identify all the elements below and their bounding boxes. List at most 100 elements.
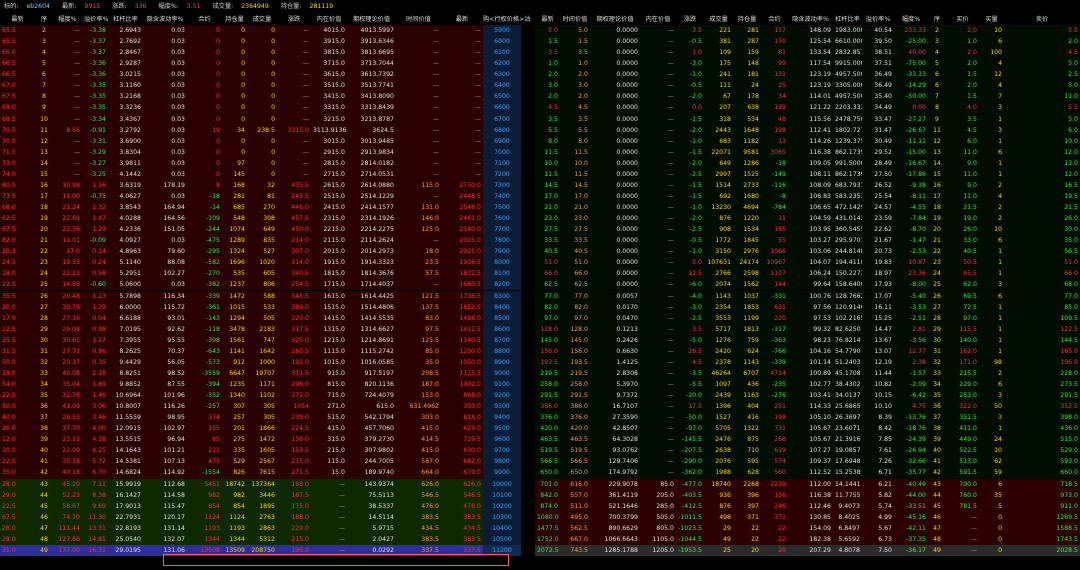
put-cell[interactable]: -45.16	[894, 511, 928, 523]
put-cell[interactable]: 0	[979, 522, 1004, 534]
put-cell[interactable]: —	[640, 301, 676, 313]
call-cell[interactable]: 3015.0	[311, 135, 347, 147]
put-cell[interactable]: 39	[928, 434, 946, 446]
put-cell[interactable]: 220	[761, 312, 788, 324]
column-header-put[interactable]: 序	[928, 14, 946, 26]
put-cell[interactable]: 9.0	[946, 157, 979, 169]
call-cell[interactable]: 1289	[222, 235, 247, 247]
call-cell[interactable]: 44	[35, 489, 53, 501]
call-cell[interactable]: 1415.0	[311, 312, 347, 324]
call-cell[interactable]: 11.30	[82, 511, 108, 523]
call-cell[interactable]: 19.33	[53, 257, 82, 269]
call-cell[interactable]: 3613.7392	[347, 69, 396, 81]
call-cell[interactable]: 371.5	[277, 367, 311, 379]
put-cell[interactable]: 97.0	[946, 312, 979, 324]
put-cell[interactable]: 29	[704, 522, 733, 534]
put-cell[interactable]: 6	[928, 69, 946, 81]
put-cell[interactable]: 14.5	[535, 179, 560, 191]
call-cell[interactable]: 1652.5	[441, 301, 483, 313]
exercise-price-cell[interactable]: 6300	[483, 69, 521, 81]
column-header-put[interactable]: 内在价值	[640, 14, 676, 26]
put-cell[interactable]: 4.5	[676, 356, 704, 368]
call-cell[interactable]: 1344	[187, 533, 222, 545]
put-cell[interactable]: -3.5	[676, 367, 704, 379]
call-cell[interactable]: 0.03	[143, 80, 187, 92]
option-row[interactable]: 20.0 38 37.70 4.00 12.0915 102.97 155 201 1866 22…	[0, 423, 1080, 435]
option-row[interactable]: 31.0 49 137.00 16.31 29.0195 131.06 13509 13509…	[0, 544, 1080, 556]
put-cell[interactable]: -235	[761, 378, 788, 391]
call-cell[interactable]: 168	[222, 179, 247, 191]
call-cell[interactable]: 116.26	[143, 401, 187, 413]
call-cell[interactable]: 1.27	[82, 334, 108, 346]
call-cell[interactable]: 682.0	[441, 456, 483, 468]
put-cell[interactable]: —	[640, 467, 676, 479]
put-cell[interactable]: 6.0	[1004, 124, 1080, 136]
option-row[interactable]: 67.5 8— -3.35 3.2168 0.03 0 0 0—3415.0 3413.8090…	[0, 91, 1080, 103]
put-cell[interactable]: 51.0	[560, 257, 590, 269]
call-cell[interactable]: 7615	[247, 467, 277, 479]
put-cell[interactable]: 175	[704, 58, 733, 70]
call-cell[interactable]: 40.0	[0, 412, 35, 424]
call-cell[interactable]: 1050.0	[441, 356, 483, 368]
call-cell[interactable]: 0	[222, 135, 247, 147]
call-cell[interactable]: —	[441, 124, 483, 136]
put-cell[interactable]: —	[640, 124, 676, 136]
call-cell[interactable]: 20.3	[0, 246, 35, 258]
exercise-price-cell[interactable]: 9100	[483, 378, 521, 391]
call-cell[interactable]: 8.2625	[108, 345, 143, 357]
put-cell[interactable]: 515.0	[1004, 434, 1080, 446]
call-cell[interactable]: 22.5	[0, 500, 35, 512]
put-cell[interactable]: 10.87	[894, 257, 928, 269]
put-cell[interactable]: 291.5	[535, 390, 560, 402]
call-cell[interactable]: 271.0	[311, 401, 347, 413]
call-cell[interactable]: 0	[187, 91, 222, 103]
put-cell[interactable]: 23.59	[862, 213, 894, 225]
put-cell[interactable]: 99	[761, 58, 788, 70]
put-cell[interactable]: 1285.1788	[590, 544, 640, 556]
put-cell[interactable]: 62.5	[535, 279, 560, 291]
exercise-price-cell[interactable]: 6600	[483, 102, 521, 114]
call-cell[interactable]: 0.03	[143, 36, 187, 48]
put-cell[interactable]: 6.21	[862, 478, 894, 490]
put-cell[interactable]: 2997	[704, 168, 733, 180]
put-cell[interactable]: 112.46	[788, 500, 833, 512]
put-cell[interactable]: -25.00	[894, 36, 928, 48]
call-cell[interactable]: 917.5197	[347, 367, 396, 379]
put-cell[interactable]: 0.1213	[590, 323, 640, 335]
put-cell[interactable]: 511.0	[560, 500, 590, 512]
put-cell[interactable]: 4.8078	[833, 544, 862, 556]
put-cell[interactable]: —	[640, 356, 676, 368]
column-header-put[interactable]: 买价	[946, 14, 979, 26]
put-cell[interactable]: 115.5	[946, 323, 979, 335]
call-cell[interactable]: 28.0	[0, 522, 35, 534]
put-cell[interactable]: 219.5	[535, 367, 560, 379]
call-cell[interactable]: 97	[222, 157, 247, 169]
put-cell[interactable]: -5.5	[676, 378, 704, 391]
put-cell[interactable]: -2.0	[676, 124, 704, 136]
call-cell[interactable]: 101.21	[143, 445, 187, 457]
call-cell[interactable]: 4.00	[82, 423, 108, 435]
call-cell[interactable]: -257	[187, 401, 222, 413]
call-cell[interactable]: —	[53, 58, 82, 70]
put-cell[interactable]: —	[640, 190, 676, 202]
call-cell[interactable]: 22.69	[53, 213, 82, 225]
put-cell[interactable]: —	[640, 378, 676, 391]
put-cell[interactable]: 171.0	[946, 356, 979, 368]
put-cell[interactable]: 33.5	[560, 235, 590, 247]
put-cell[interactable]: -18.76	[894, 423, 928, 435]
call-cell[interactable]: 13509	[187, 544, 222, 556]
exercise-price-cell[interactable]: 9300	[483, 401, 521, 413]
put-cell[interactable]: -50.0	[676, 412, 704, 424]
put-cell[interactable]: 128.7662	[833, 290, 862, 302]
put-cell[interactable]: 5705	[704, 423, 733, 435]
call-cell[interactable]: 43	[35, 478, 53, 490]
call-cell[interactable]: 224.5	[277, 423, 311, 435]
call-cell[interactable]: 1193	[187, 522, 222, 534]
call-cell[interactable]: 1472	[247, 434, 277, 446]
put-cell[interactable]: -20.0	[676, 390, 704, 402]
put-cell[interactable]: 207	[704, 102, 733, 114]
put-cell[interactable]: -339	[761, 356, 788, 368]
call-cell[interactable]: 75.5113	[347, 489, 396, 501]
put-cell[interactable]: 1143	[733, 356, 761, 368]
put-cell[interactable]: 683	[704, 135, 733, 147]
